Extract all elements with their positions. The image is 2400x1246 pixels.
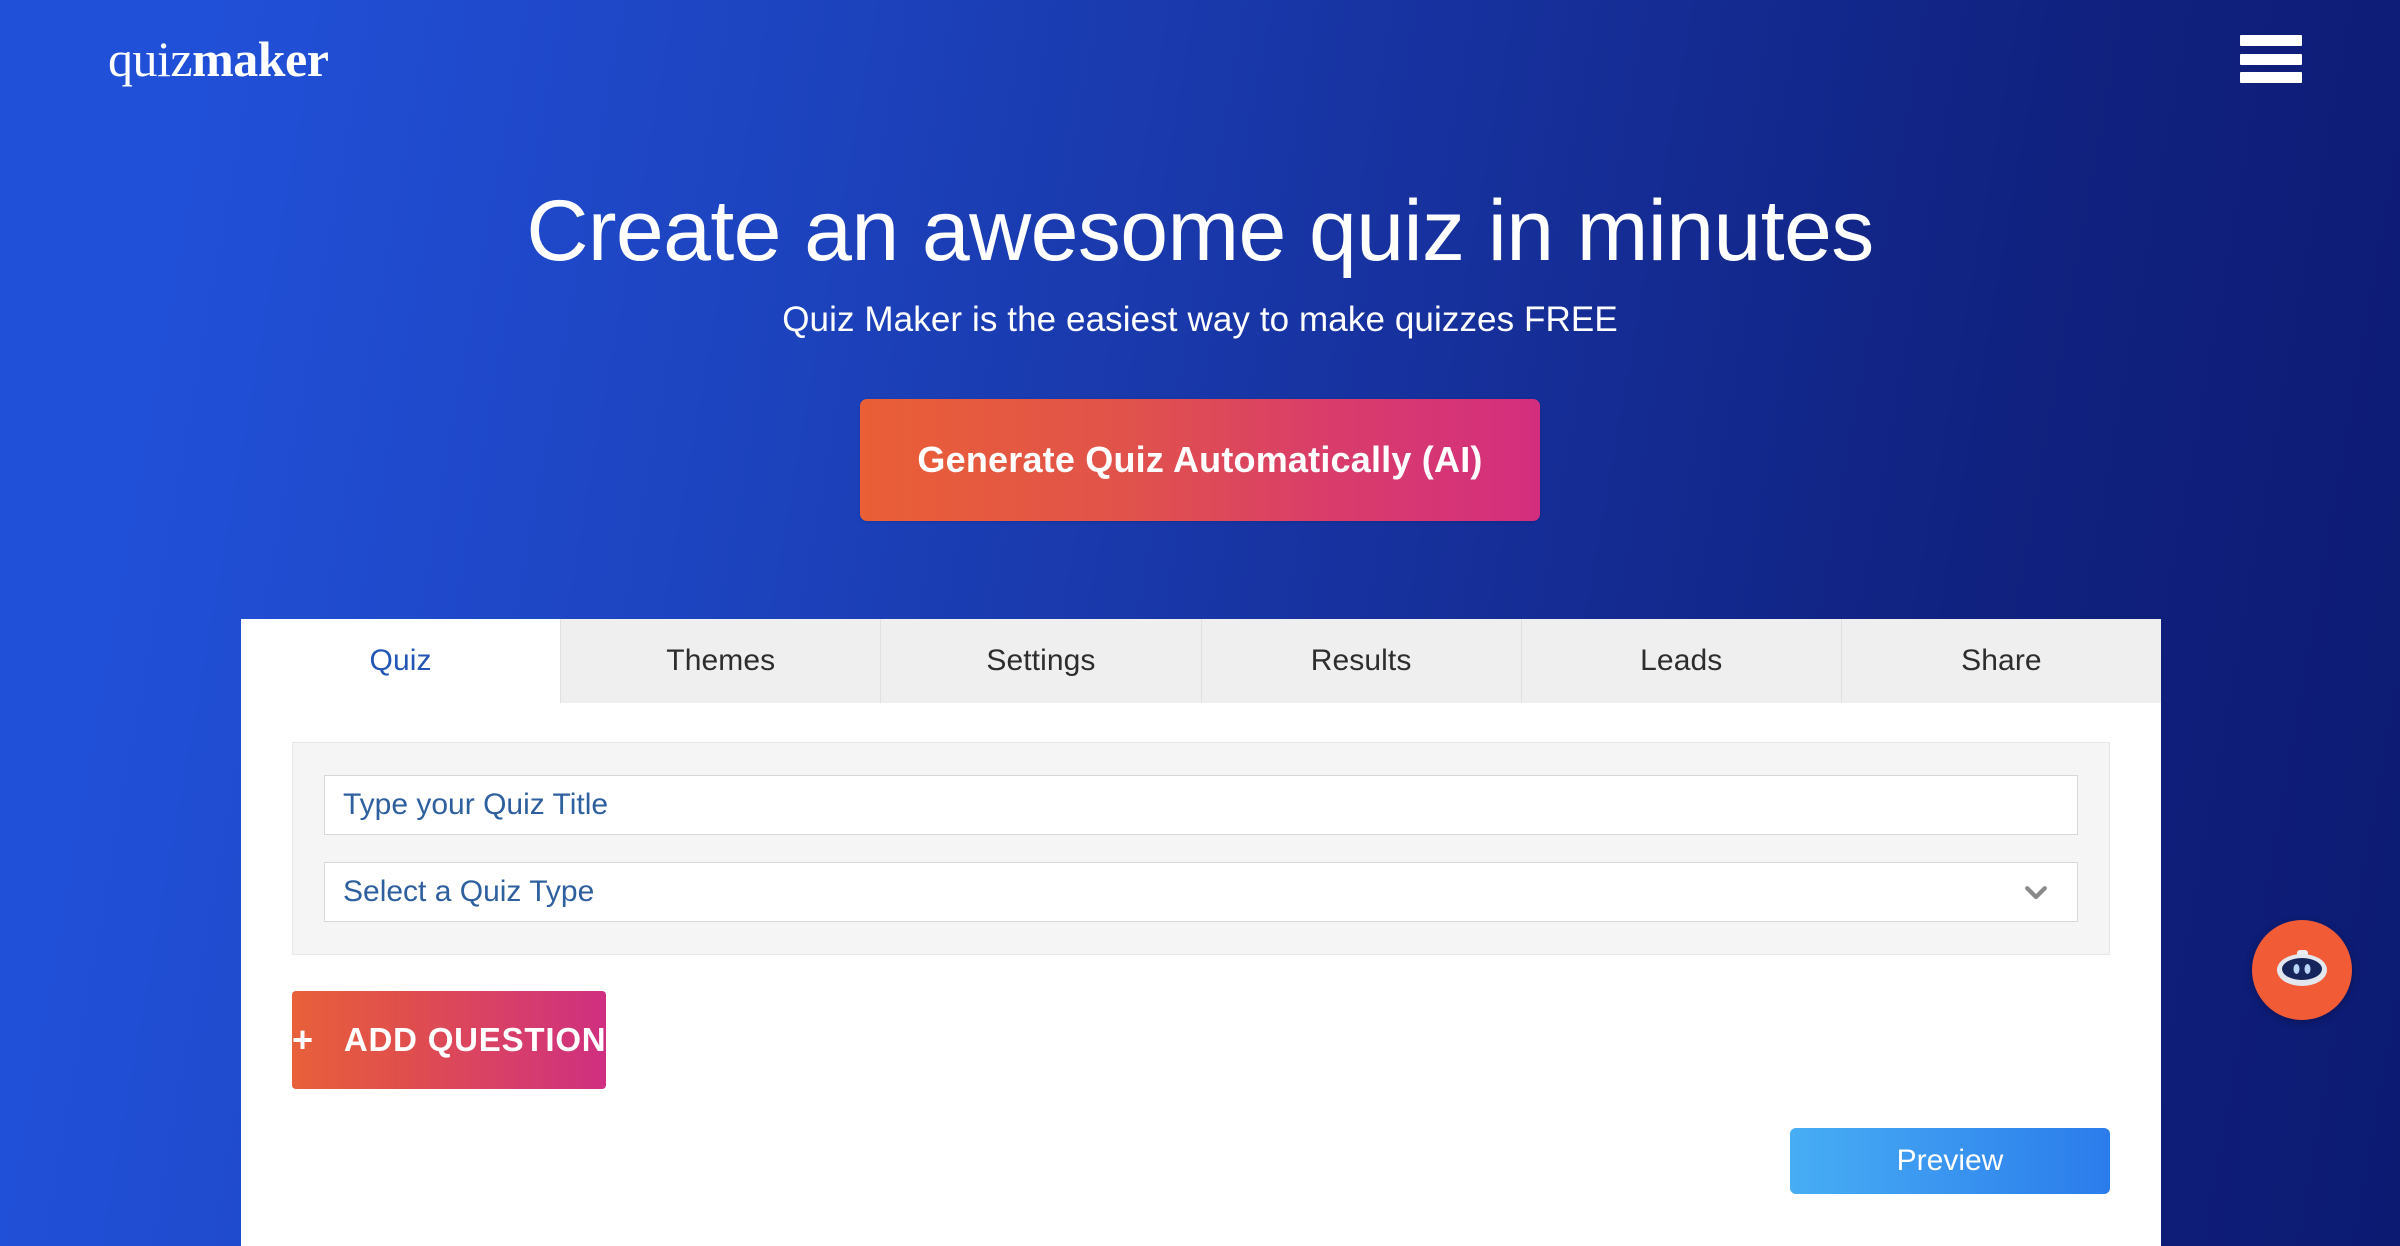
robot-chat-glyph (2277, 950, 2327, 986)
add-question-button[interactable]: + ADD QUESTION (292, 991, 607, 1089)
chevron-down-icon (2019, 875, 2053, 909)
tab-themes[interactable]: Themes (561, 619, 882, 703)
quiz-form-panel: Type your Quiz Title Select a Quiz Type (292, 742, 2110, 955)
plus-icon: + (292, 1019, 314, 1060)
robot-chat-icon[interactable] (2252, 920, 2352, 1020)
hamburger-bar-2 (2240, 53, 2302, 65)
quiz-builder-card: Quiz Themes Settings Results Leads Share… (241, 619, 2161, 1246)
brand-logo-light: quiz (108, 31, 193, 87)
tab-share[interactable]: Share (1841, 619, 2161, 703)
quiz-type-select-value: Select a Quiz Type (343, 875, 595, 908)
brand-logo-bold: maker (192, 31, 329, 87)
brand-logo[interactable]: quiz maker (108, 31, 329, 87)
generate-quiz-ai-button[interactable]: Generate Quiz Automatically (AI) (860, 398, 1540, 521)
hamburger-bar-1 (2240, 35, 2302, 46)
quiz-type-select[interactable]: Select a Quiz Type (324, 862, 2078, 922)
add-question-label: ADD QUESTION (343, 1021, 607, 1058)
hero-section: Create an awesome quiz in minutes Quiz M… (0, 185, 2400, 521)
quiz-title-input[interactable]: Type your Quiz Title (324, 775, 2078, 835)
tab-quiz[interactable]: Quiz (241, 619, 562, 703)
tab-leads[interactable]: Leads (1521, 619, 1842, 703)
hero-subtitle: Quiz Maker is the easiest way to make qu… (782, 299, 1618, 339)
builder-tabs: Quiz Themes Settings Results Leads Share (241, 619, 2161, 703)
preview-button[interactable]: Preview (1790, 1128, 2110, 1194)
hamburger-menu-icon[interactable] (2240, 35, 2302, 83)
cta-wrapper: Generate Quiz Automatically (AI) (0, 398, 2400, 521)
hamburger-bar-3 (2240, 72, 2302, 83)
card-footer: Preview (241, 1089, 2161, 1194)
tab-settings[interactable]: Settings (881, 619, 1202, 703)
site-header: quiz maker (0, 0, 2400, 118)
page-title: Create an awesome quiz in minutes (526, 183, 1874, 279)
tab-results[interactable]: Results (1201, 619, 1522, 703)
